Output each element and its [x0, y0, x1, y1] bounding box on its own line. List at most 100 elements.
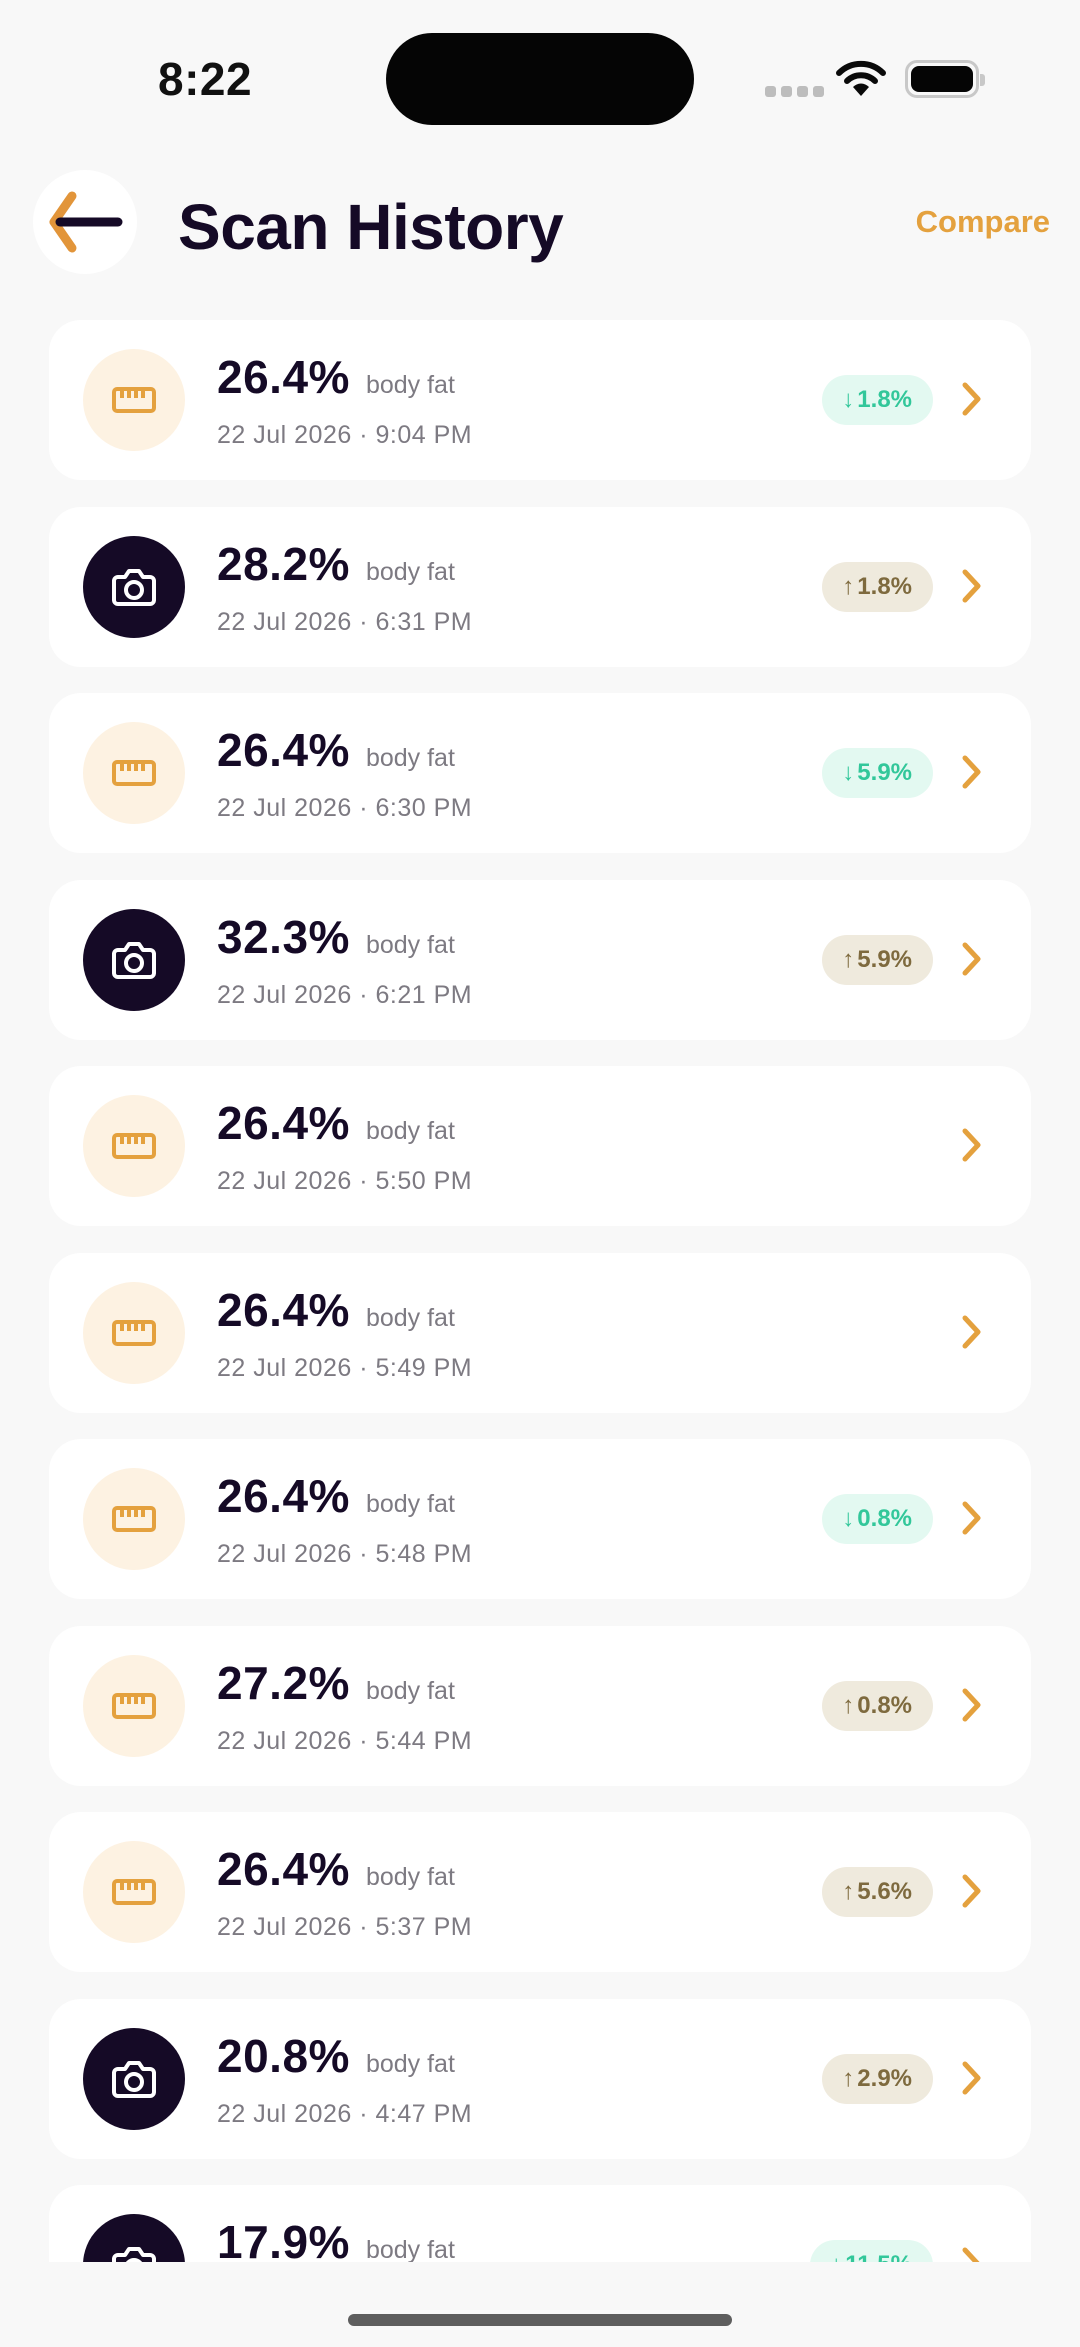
scan-card[interactable]: 26.4% body fat 22 Jul 2026 · 5:50 PM: [49, 1066, 1031, 1226]
body-fat-label: body fat: [365, 930, 455, 959]
scan-date: 22 Jul 2026 · 6:21 PM: [217, 980, 473, 1009]
scan-card[interactable]: 27.2% body fat 22 Jul 2026 · 5:44 PM ↑ 0.8%: [49, 1625, 1031, 1786]
body-fat-label: body fat: [365, 1676, 455, 1705]
scan-card[interactable]: 26.4% body fat 22 Jul 2026 · 5:37 PM ↑ 5.6%: [49, 1812, 1031, 1972]
body-fat-value: 26.4%: [217, 1843, 350, 1895]
chevron-right-icon[interactable]: [961, 1127, 983, 1168]
change-value: 2.9%: [857, 2064, 912, 2092]
back-arrow-icon: [49, 191, 123, 253]
change-value: 1.8%: [857, 386, 912, 413]
ruler-icon: [83, 1654, 185, 1757]
scan-card[interactable]: 26.4% body fat 22 Jul 2026 · 5:48 PM ↓ 0.8%: [49, 1439, 1031, 1599]
chevron-right-icon[interactable]: [961, 1500, 983, 1541]
body-fat-label: body fat: [365, 557, 455, 586]
arrow-down-icon: ↓: [842, 386, 855, 413]
scan-card[interactable]: 20.8% body fat 22 Jul 2026 · 4:47 PM ↑ 2.9%: [49, 1998, 1031, 2159]
change-value: 5.6%: [857, 1878, 912, 1905]
scan-date: 22 Jul 2026 · 6:30 PM: [217, 794, 473, 822]
ruler-icon: [83, 1468, 185, 1570]
body-fat-label: body fat: [365, 371, 455, 399]
arrow-up-icon: ↑: [842, 1878, 855, 1905]
body-fat-value: 26.4%: [217, 1470, 350, 1522]
scan-date: 22 Jul 2026 · 4:47 PM: [217, 2099, 473, 2128]
arrow-down-icon: ↓: [830, 2251, 842, 2262]
body-fat-label: body fat: [365, 1117, 455, 1145]
body-fat-value: 26.4%: [217, 1283, 350, 1336]
chevron-right-icon[interactable]: [961, 1873, 983, 1914]
increase-badge: ↑ 2.9%: [822, 2053, 933, 2104]
home-indicator: [348, 2314, 732, 2326]
scan-date: 22 Jul 2026 · 5:49 PM: [217, 1353, 473, 1382]
scan-list[interactable]: 26.4% body fat 22 Jul 2026 · 9:04 PM ↓ 1.8% 2…: [0, 0, 1080, 2262]
bottom-safe-area: [0, 2262, 1080, 2347]
body-fat-value: 20.8%: [217, 2029, 350, 2082]
arrow-up-icon: ↑: [842, 572, 855, 600]
increase-badge: ↑ 5.9%: [822, 934, 933, 985]
increase-badge: ↑ 5.6%: [822, 1867, 933, 1917]
chevron-right-icon[interactable]: [961, 2246, 983, 2262]
arrow-up-icon: ↑: [842, 1691, 855, 1719]
scan-date: 22 Jul 2026 · 6:31 PM: [217, 607, 473, 636]
chevron-right-icon[interactable]: [961, 1687, 983, 1728]
chevron-right-icon[interactable]: [961, 568, 983, 609]
chevron-right-icon[interactable]: [961, 1314, 983, 1355]
body-fat-value: 27.2%: [217, 1656, 350, 1709]
scan-value-row: 26.4% body fat: [217, 1283, 455, 1337]
change-value: 5.9%: [857, 945, 912, 973]
ruler-icon: [83, 1841, 185, 1943]
body-fat-value: 28.2%: [217, 537, 350, 590]
scan-card[interactable]: 32.3% body fat 22 Jul 2026 · 6:21 PM ↑ 5.9%: [49, 879, 1031, 1040]
body-fat-label: body fat: [365, 1863, 455, 1891]
decrease-badge: ↓11.5%: [810, 2240, 933, 2262]
wifi-icon: [836, 60, 886, 96]
increase-badge: ↑ 0.8%: [822, 1680, 933, 1731]
page-title: Scan History: [178, 191, 564, 263]
camera-icon: [83, 2027, 185, 2130]
scan-value-row: 27.2% body fat: [217, 1656, 455, 1710]
scan-date: 22 Jul 2026 · 5:50 PM: [217, 1167, 473, 1195]
change-value: 11.5%: [845, 2251, 912, 2262]
body-fat-value: 26.4%: [217, 1097, 350, 1149]
body-fat-label: body fat: [365, 744, 455, 772]
change-value: 0.8%: [857, 1691, 912, 1719]
scan-card[interactable]: 26.4% body fat 22 Jul 2026 · 9:04 PM ↓ 1.8%: [49, 320, 1031, 480]
arrow-up-icon: ↑: [842, 2064, 855, 2092]
scan-card[interactable]: 28.2% body fat 22 Jul 2026 · 6:31 PM ↑ 1.8%: [49, 506, 1031, 667]
ruler-icon: [83, 1095, 185, 1197]
body-fat-label: body fat: [365, 1490, 455, 1518]
change-value: 1.8%: [857, 572, 912, 600]
body-fat-value: 26.4%: [217, 351, 350, 403]
chevron-right-icon[interactable]: [961, 941, 983, 982]
scan-date: 22 Jul 2026 · 5:48 PM: [217, 1540, 473, 1568]
change-value: 0.8%: [857, 1505, 912, 1532]
body-fat-label: body fat: [365, 1303, 455, 1332]
status-time: 8:22: [158, 53, 253, 105]
camera-icon: [83, 2214, 185, 2262]
scan-value-row: 17.9% body fat: [217, 2215, 455, 2262]
increase-badge: ↑ 1.8%: [822, 561, 933, 612]
scan-card[interactable]: 26.4% body fat 22 Jul 2026 · 5:49 PM: [49, 1252, 1031, 1413]
back-button[interactable]: [33, 170, 137, 274]
scan-date: 22 Jul 2026 · 5:37 PM: [217, 1913, 473, 1941]
scan-value-row: 32.3% body fat: [217, 910, 455, 964]
compare-button[interactable]: Compare: [916, 204, 1050, 240]
ruler-icon: [83, 722, 185, 824]
camera-icon: [83, 535, 185, 638]
body-fat-value: 26.4%: [217, 724, 350, 776]
decrease-badge: ↓ 1.8%: [822, 375, 933, 425]
battery-icon: [905, 60, 985, 98]
scan-card[interactable]: 26.4% body fat 22 Jul 2026 · 6:30 PM ↓ 5.9%: [49, 693, 1031, 853]
chevron-right-icon[interactable]: [961, 2060, 983, 2101]
chevron-right-icon[interactable]: [961, 381, 983, 422]
scan-card[interactable]: 17.9% body fat ↓11.5%: [49, 2185, 1031, 2262]
scan-history-screen: 26.4% body fat 22 Jul 2026 · 9:04 PM ↓ 1.8% 2…: [0, 0, 1080, 2347]
decrease-badge: ↓ 5.9%: [822, 748, 933, 798]
scan-value-row: 28.2% body fat: [217, 537, 455, 591]
chevron-right-icon[interactable]: [961, 754, 983, 795]
scan-date: 22 Jul 2026 · 9:04 PM: [217, 421, 473, 449]
scan-value-row: 20.8% body fat: [217, 2029, 455, 2083]
change-value: 5.9%: [857, 759, 912, 786]
ruler-icon: [83, 349, 185, 451]
body-fat-value: 32.3%: [217, 910, 350, 963]
body-fat-label: body fat: [365, 2049, 455, 2078]
